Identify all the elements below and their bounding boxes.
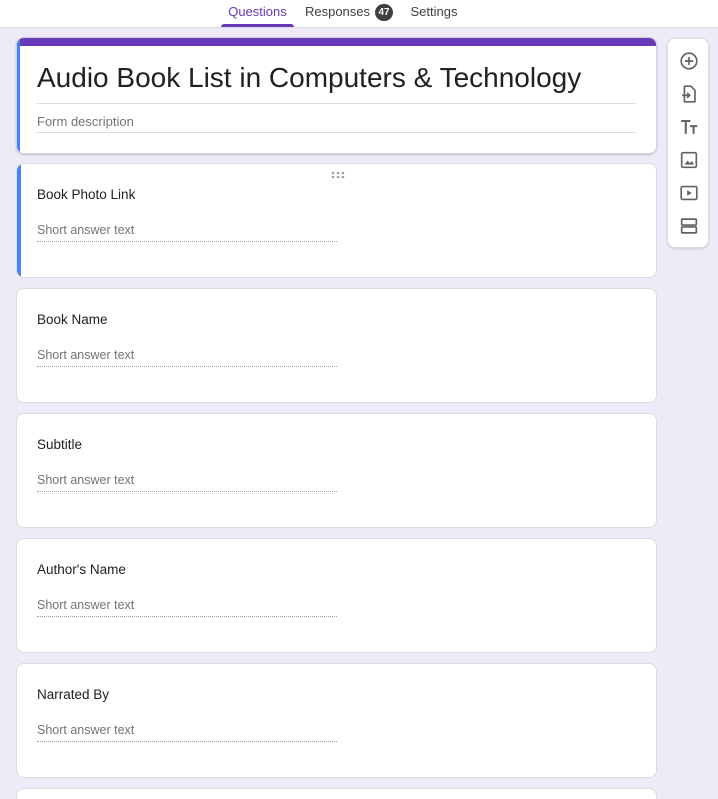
form-title-card: Audio Book List in Computers & Technolog…: [16, 37, 657, 154]
form-title[interactable]: Audio Book List in Computers & Technolog…: [37, 62, 581, 94]
question-card[interactable]: Book Photo Link Short answer text: [16, 163, 657, 278]
question-card[interactable]: Author's Name Short answer text: [16, 538, 657, 653]
short-answer-underline: [37, 366, 337, 367]
question-title[interactable]: Subtitle: [37, 437, 82, 452]
add-question-icon[interactable]: [677, 49, 701, 73]
question-card[interactable]: Subtitle Short answer text: [16, 413, 657, 528]
title-card-side-bar: [17, 38, 20, 153]
add-title-icon[interactable]: [677, 115, 701, 139]
floating-toolbar: [667, 38, 709, 248]
tab-settings[interactable]: Settings: [404, 0, 464, 27]
add-video-icon[interactable]: [677, 181, 701, 205]
title-card-accent-strip: [17, 38, 656, 46]
question-card-partial[interactable]: [16, 788, 657, 799]
add-section-icon[interactable]: [677, 214, 701, 238]
add-image-icon[interactable]: [677, 148, 701, 172]
top-tab-bar: Questions Responses 47 Settings: [0, 0, 718, 28]
question-title[interactable]: Book Photo Link: [37, 187, 135, 202]
short-answer-placeholder: Short answer text: [37, 223, 135, 237]
short-answer-placeholder: Short answer text: [37, 723, 135, 737]
question-title[interactable]: Author's Name: [37, 562, 126, 577]
tab-questions[interactable]: Questions: [221, 0, 294, 27]
active-tab-indicator: [221, 24, 294, 27]
short-answer-underline: [37, 616, 337, 617]
responses-count-badge: 47: [375, 4, 394, 21]
tab-responses-label: Responses: [304, 4, 371, 19]
form-description-field[interactable]: Form description: [37, 114, 134, 129]
short-answer-placeholder: Short answer text: [37, 598, 135, 612]
import-questions-icon[interactable]: [677, 82, 701, 106]
question-card[interactable]: Book Name Short answer text: [16, 288, 657, 403]
form-title-underline: [37, 103, 636, 104]
tab-responses[interactable]: Responses 47: [300, 0, 398, 27]
short-answer-underline: [37, 241, 337, 242]
question-title[interactable]: Book Name: [37, 312, 108, 327]
tab-questions-label: Questions: [228, 4, 287, 19]
short-answer-underline: [37, 741, 337, 742]
form-description-underline: [37, 132, 636, 133]
selected-question-bar: [17, 164, 21, 277]
short-answer-placeholder: Short answer text: [37, 473, 135, 487]
question-title[interactable]: Narrated By: [37, 687, 109, 702]
question-card[interactable]: Narrated By Short answer text: [16, 663, 657, 778]
tab-settings-label: Settings: [410, 4, 458, 19]
short-answer-underline: [37, 491, 337, 492]
drag-handle-icon[interactable]: [330, 170, 346, 180]
short-answer-placeholder: Short answer text: [37, 348, 135, 362]
